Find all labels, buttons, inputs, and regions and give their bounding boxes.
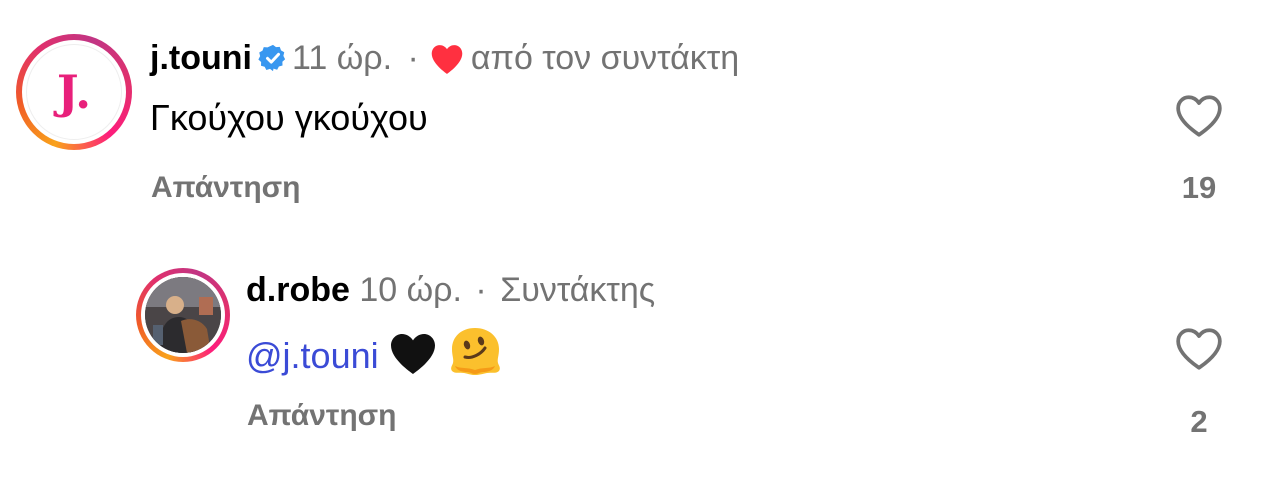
comment-meta: j.touni 11 ώρ. · από τον συντάκτη [150,38,739,78]
username[interactable]: d.robe [246,271,350,309]
comment-text: Γκούχου γκούχου [150,97,428,138]
separator-dot: · [475,271,487,309]
avatar-j-touni[interactable]: J. [16,34,132,150]
verified-badge-icon [258,44,286,72]
avatar-logo-text: J. [56,65,92,119]
red-heart-icon [431,45,463,74]
reply-text: @j.touni [246,326,503,378]
black-heart-icon [390,334,435,374]
like-count: 2 [1190,404,1208,439]
comment-time: 11 ώρ. [291,39,393,77]
reply-button[interactable]: Απάντηση [247,398,397,434]
separator-dot: · [407,39,419,77]
like-count: 19 [1181,170,1217,205]
melting-face-icon [450,328,500,375]
username[interactable]: j.touni [150,39,252,77]
mention-link[interactable]: @j.touni [246,335,379,376]
avatar-image: J. [26,44,122,140]
like-heart-icon[interactable] [1174,326,1224,372]
like-heart-icon[interactable] [1174,93,1224,139]
reply-button[interactable]: Απάντηση [151,170,301,206]
liked-by-author-label: από τον συντάκτη [470,39,740,77]
avatar-photo [145,277,221,353]
avatar-d-robe[interactable] [136,268,230,362]
author-role-label: Συντάκτης [500,271,656,309]
comment-time: 10 ώρ. [359,271,462,309]
reply-meta: d.robe 10 ώρ. · Συντάκτης [246,270,655,310]
